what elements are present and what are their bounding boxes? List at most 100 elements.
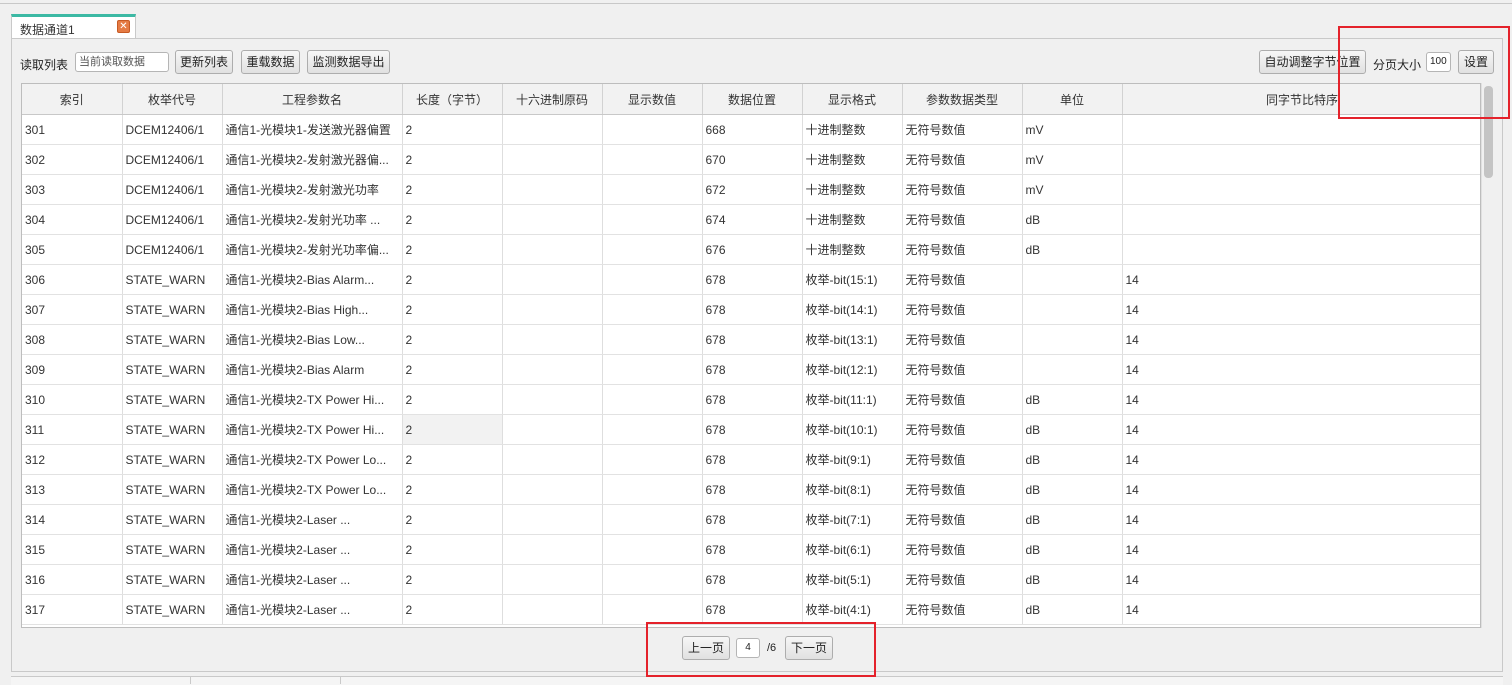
- table-cell[interactable]: 枚举-bit(5:1): [802, 564, 903, 595]
- table-cell[interactable]: 通信1-光模块2-Laser ...: [222, 534, 403, 565]
- table-cell[interactable]: mV: [1022, 114, 1123, 145]
- table-row[interactable]: 301 DCEM12406/1 通信1-光模块1-发送激光器偏置 2 668 十进制整数无…: [22, 114, 1480, 145]
- table-cell[interactable]: 枚举-bit(6:1): [802, 534, 903, 565]
- table-cell[interactable]: [602, 294, 703, 325]
- table-cell[interactable]: 通信1-光模块2-TX Power Lo...: [222, 444, 403, 475]
- column-header[interactable]: 显示数值: [602, 84, 703, 115]
- table-cell[interactable]: [502, 144, 603, 175]
- table-cell[interactable]: [1122, 114, 1480, 145]
- column-header[interactable]: 参数数据类型: [902, 84, 1023, 115]
- table-cell[interactable]: 14: [1122, 504, 1480, 535]
- table-cell[interactable]: 通信1-光模块2-发射光功率偏...: [222, 234, 403, 265]
- table-cell[interactable]: 十进制整数: [802, 144, 903, 175]
- table-cell[interactable]: 2: [402, 234, 503, 265]
- table-cell[interactable]: mV: [1022, 144, 1123, 175]
- table-cell[interactable]: 306: [22, 264, 123, 295]
- table-cell[interactable]: 通信1-光模块2-Laser ...: [222, 594, 403, 625]
- table-cell[interactable]: 14: [1122, 444, 1480, 475]
- table-cell[interactable]: 302: [22, 144, 123, 175]
- table-cell[interactable]: dB: [1022, 234, 1123, 265]
- table-cell[interactable]: DCEM12406/1: [122, 114, 223, 145]
- table-cell[interactable]: 678: [702, 564, 803, 595]
- column-header[interactable]: 工程参数名: [222, 84, 403, 115]
- column-header[interactable]: 十六进制原码: [502, 84, 603, 115]
- table-cell[interactable]: STATE_WARN: [122, 594, 223, 625]
- table-cell[interactable]: STATE_WARN: [122, 474, 223, 505]
- table-cell[interactable]: dB: [1022, 564, 1123, 595]
- table-cell[interactable]: 通信1-光模块2-TX Power Hi...: [222, 384, 403, 415]
- table-cell[interactable]: [602, 264, 703, 295]
- table-cell[interactable]: 枚举-bit(9:1): [802, 444, 903, 475]
- table-cell[interactable]: 678: [702, 474, 803, 505]
- table-cell[interactable]: [502, 234, 603, 265]
- table-cell[interactable]: 14: [1122, 384, 1480, 415]
- table-cell[interactable]: STATE_WARN: [122, 504, 223, 535]
- table-cell[interactable]: [1022, 354, 1123, 385]
- table-cell[interactable]: [602, 534, 703, 565]
- table-cell[interactable]: [502, 594, 603, 625]
- table-cell[interactable]: 14: [1122, 294, 1480, 325]
- table-cell[interactable]: 2: [402, 204, 503, 235]
- table-cell[interactable]: 无符号数值: [902, 384, 1023, 415]
- export-data-button[interactable]: 监测数据导出: [307, 50, 390, 74]
- table-cell[interactable]: mV: [1022, 174, 1123, 205]
- column-header[interactable]: 单位: [1022, 84, 1123, 115]
- table-cell[interactable]: 无符号数值: [902, 534, 1023, 565]
- table-cell[interactable]: 无符号数值: [902, 234, 1023, 265]
- table-cell[interactable]: 303: [22, 174, 123, 205]
- table-cell[interactable]: 2: [402, 114, 503, 145]
- table-cell[interactable]: 无符号数值: [902, 414, 1023, 445]
- table-cell[interactable]: 678: [702, 594, 803, 625]
- table-cell[interactable]: 313: [22, 474, 123, 505]
- table-cell[interactable]: 无符号数值: [902, 144, 1023, 175]
- table-cell[interactable]: 通信1-光模块2-Laser ...: [222, 504, 403, 535]
- table-cell[interactable]: [502, 414, 603, 445]
- table-cell[interactable]: [502, 444, 603, 475]
- table-cell[interactable]: 308: [22, 324, 123, 355]
- table-cell[interactable]: [502, 174, 603, 205]
- table-cell[interactable]: 通信1-光模块2-发射光功率 ...: [222, 204, 403, 235]
- table-cell[interactable]: 通信1-光模块2-TX Power Hi...: [222, 414, 403, 445]
- table-cell[interactable]: 304: [22, 204, 123, 235]
- table-cell[interactable]: 无符号数值: [902, 444, 1023, 475]
- table-cell[interactable]: [602, 384, 703, 415]
- table-cell[interactable]: STATE_WARN: [122, 294, 223, 325]
- table-cell[interactable]: 枚举-bit(15:1): [802, 264, 903, 295]
- table-cell[interactable]: 674: [702, 204, 803, 235]
- table-cell[interactable]: STATE_WARN: [122, 324, 223, 355]
- table-cell[interactable]: 无符号数值: [902, 504, 1023, 535]
- table-cell[interactable]: [602, 174, 703, 205]
- column-header[interactable]: 显示格式: [802, 84, 903, 115]
- table-cell[interactable]: 无符号数值: [902, 264, 1023, 295]
- table-cell[interactable]: [502, 384, 603, 415]
- table-cell[interactable]: 678: [702, 354, 803, 385]
- vertical-scrollbar[interactable]: [1481, 83, 1495, 628]
- table-cell[interactable]: 317: [22, 594, 123, 625]
- table-cell[interactable]: 十进制整数: [802, 234, 903, 265]
- table-cell[interactable]: 枚举-bit(4:1): [802, 594, 903, 625]
- table-cell[interactable]: 14: [1122, 354, 1480, 385]
- table-cell[interactable]: [602, 594, 703, 625]
- table-cell[interactable]: 无符号数值: [902, 324, 1023, 355]
- table-cell[interactable]: 枚举-bit(11:1): [802, 384, 903, 415]
- table-cell[interactable]: 14: [1122, 534, 1480, 565]
- table-cell[interactable]: [502, 324, 603, 355]
- table-cell[interactable]: 2: [402, 264, 503, 295]
- table-cell[interactable]: 312: [22, 444, 123, 475]
- table-cell[interactable]: 2: [402, 594, 503, 625]
- table-cell[interactable]: 301: [22, 114, 123, 145]
- table-cell[interactable]: 无符号数值: [902, 294, 1023, 325]
- table-cell[interactable]: 678: [702, 324, 803, 355]
- table-cell[interactable]: [602, 324, 703, 355]
- table-cell[interactable]: STATE_WARN: [122, 534, 223, 565]
- table-row[interactable]: 306 STATE_WARN 通信1-光模块2-Bias Alarm... 2 678 枚…: [22, 264, 1480, 295]
- table-row[interactable]: 307 STATE_WARN 通信1-光模块2-Bias High... 2 678 枚举…: [22, 294, 1480, 325]
- table-cell[interactable]: 无符号数值: [902, 174, 1023, 205]
- table-cell[interactable]: 无符号数值: [902, 204, 1023, 235]
- table-cell[interactable]: 通信1-光模块2-TX Power Lo...: [222, 474, 403, 505]
- table-cell[interactable]: 672: [702, 174, 803, 205]
- table-cell[interactable]: 676: [702, 234, 803, 265]
- table-cell[interactable]: [602, 144, 703, 175]
- table-cell[interactable]: [1122, 204, 1480, 235]
- table-cell[interactable]: dB: [1022, 504, 1123, 535]
